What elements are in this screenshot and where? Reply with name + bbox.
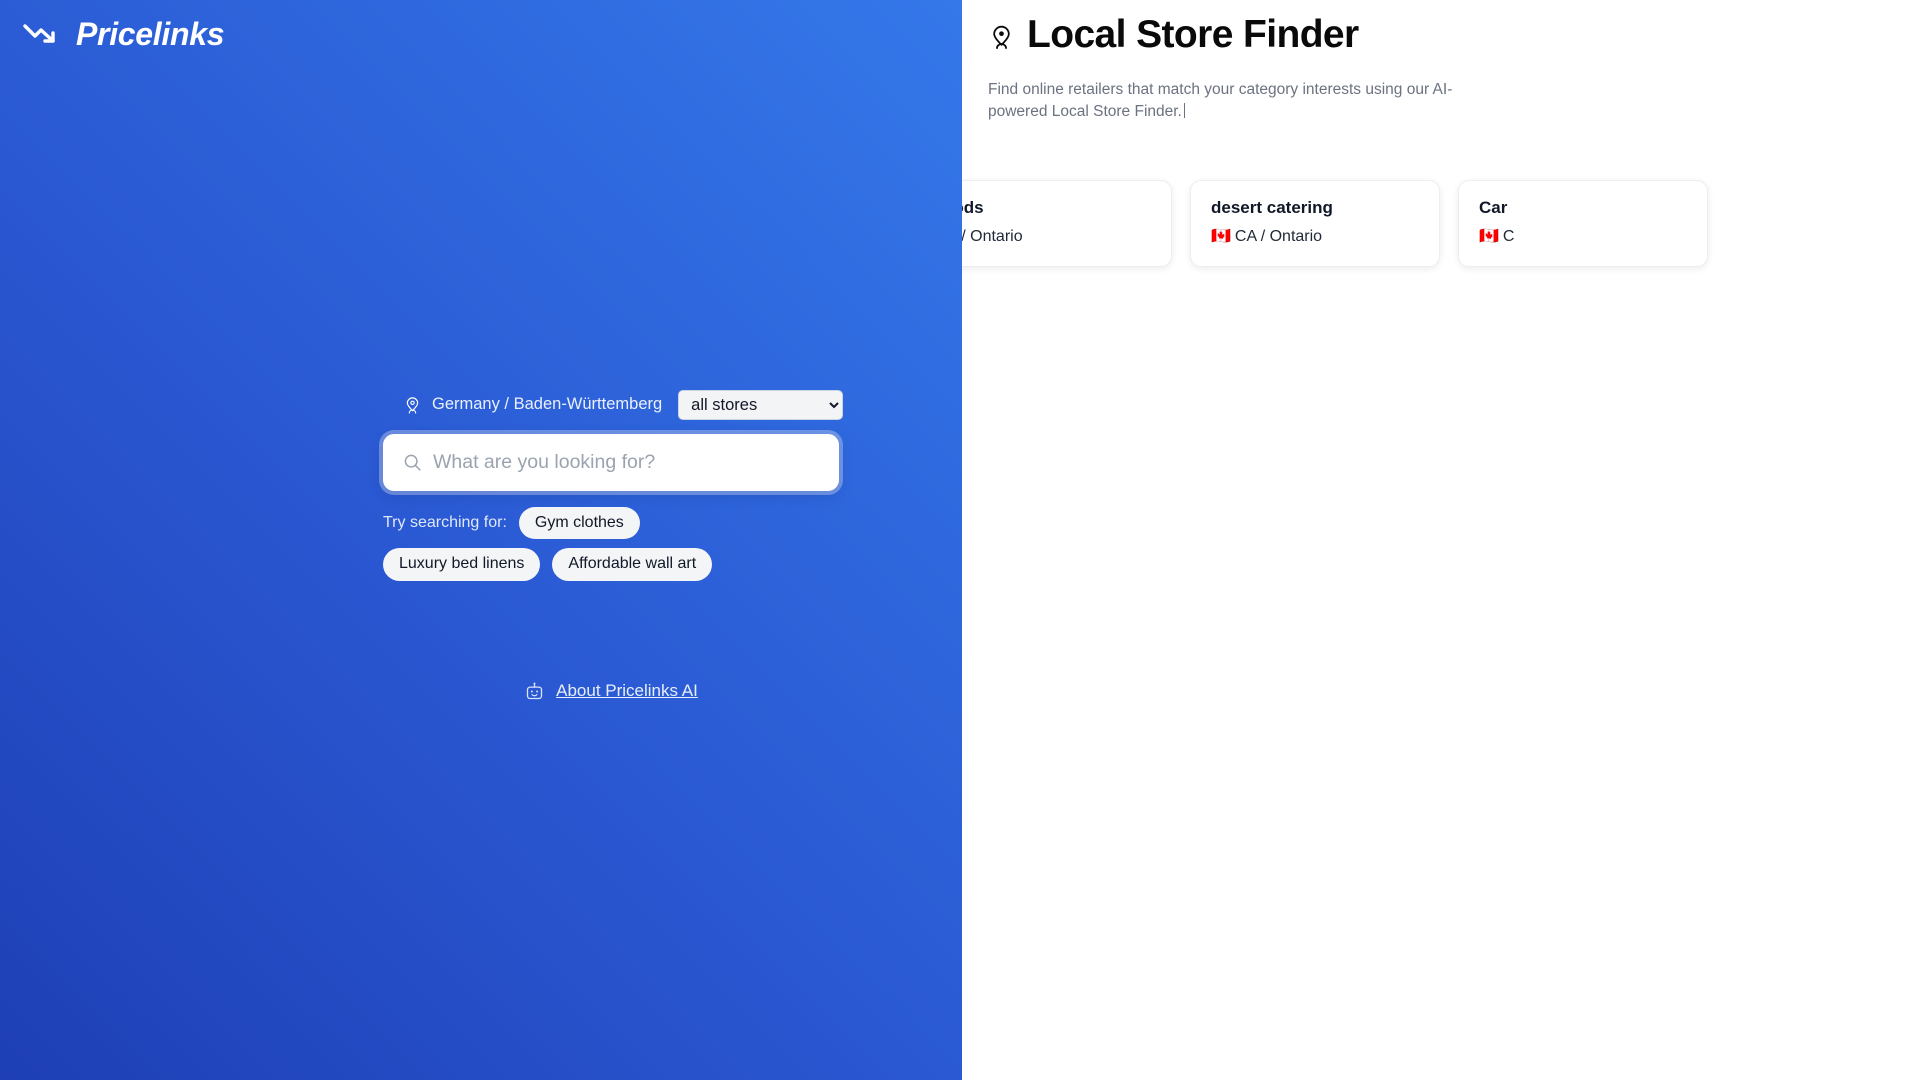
store-region-text: CA / Ontario bbox=[1234, 228, 1323, 246]
suggestion-chip-affordable-wall-art[interactable]: Affordable wall art bbox=[552, 548, 713, 581]
search-input[interactable] bbox=[433, 451, 820, 474]
store-locator-pin-icon bbox=[406, 396, 419, 414]
typing-caret bbox=[1183, 102, 1185, 118]
local-store-finder-panel: Local Store Finder Find online retailers… bbox=[962, 0, 1920, 1080]
store-name: desert catering bbox=[1211, 198, 1333, 217]
country-flag-icon: 🇨🇦 bbox=[1211, 226, 1231, 246]
brand-logo[interactable]: Pricelinks bbox=[22, 16, 225, 52]
search-box[interactable] bbox=[383, 434, 839, 491]
page-description-text: Find online retailers that match your ca… bbox=[988, 80, 1453, 120]
store-region: 🇨🇦 CA / Ontario bbox=[1211, 226, 1419, 246]
store-locator-pin-icon bbox=[993, 25, 1010, 49]
search-suggestions: Try searching for: Gym clothes Luxury be… bbox=[383, 507, 803, 581]
store-region: A / Ontario bbox=[962, 226, 1151, 246]
store-filter-select[interactable]: all stores bbox=[678, 390, 843, 420]
page-title: Local Store Finder bbox=[1027, 13, 1359, 56]
brand-name: Pricelinks bbox=[76, 16, 225, 52]
page-description: Find online retailers that match your ca… bbox=[988, 79, 1508, 123]
search-hero-stack: Germany / Baden-Württemberg all stores T… bbox=[383, 390, 843, 702]
store-region-text: C bbox=[1502, 228, 1515, 246]
suggestions-label: Try searching for: bbox=[383, 514, 507, 532]
store-card[interactable]: pods A / Ontario bbox=[962, 180, 1172, 267]
page-title-row: Local Store Finder bbox=[988, 13, 1920, 57]
about-row: About Pricelinks AI bbox=[383, 681, 839, 702]
store-name: Car bbox=[1479, 198, 1508, 217]
left-hero-panel: Pricelinks Germany / Baden-Württemberg a… bbox=[0, 0, 962, 1080]
locale-row: Germany / Baden-Württemberg all stores bbox=[383, 390, 843, 420]
about-pricelinks-ai-link[interactable]: About Pricelinks AI bbox=[556, 681, 698, 701]
app-root: Pricelinks Germany / Baden-Württemberg a… bbox=[0, 0, 1920, 1080]
store-name: pods bbox=[962, 198, 984, 217]
trending-down-arrow-icon bbox=[23, 24, 55, 43]
store-card-row: pods A / Ontario desert catering 🇨🇦CA / … bbox=[962, 180, 1708, 267]
suggestion-chip-luxury-bed-linens[interactable]: Luxury bed linens bbox=[383, 548, 541, 581]
suggestion-chip-gym-clothes[interactable]: Gym clothes bbox=[518, 507, 640, 540]
store-region-text: A / Ontario bbox=[962, 228, 1023, 246]
store-card[interactable]: desert catering 🇨🇦 CA / Ontario bbox=[1190, 180, 1440, 267]
robot-icon bbox=[526, 682, 543, 699]
store-card[interactable]: Car 🇨🇦 C bbox=[1458, 180, 1708, 267]
country-flag-icon: 🇨🇦 bbox=[1479, 226, 1499, 246]
store-region: 🇨🇦 C bbox=[1479, 226, 1687, 246]
locale-label: Germany / Baden-Württemberg bbox=[432, 395, 663, 414]
search-icon bbox=[404, 454, 421, 471]
